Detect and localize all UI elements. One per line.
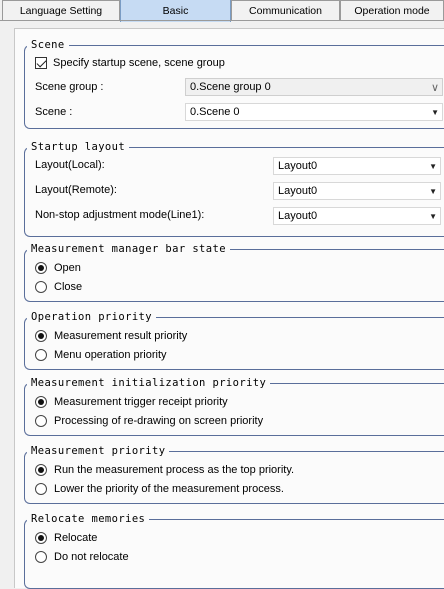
groupbox-title: Measurement initialization priority (27, 376, 271, 390)
radio-measurement-result-priority[interactable]: Measurement result priority (35, 327, 187, 345)
radio-label: Open (54, 262, 81, 274)
radio-relocate[interactable]: Relocate (35, 529, 97, 547)
groupbox-title: Scene (27, 38, 69, 52)
scene-group-label: Scene group : (35, 81, 104, 93)
radio-do-not-relocate[interactable]: Do not relocate (35, 548, 129, 566)
radio-label: Run the measurement process as the top p… (54, 464, 295, 476)
radio-redrawing-priority[interactable]: Processing of re-drawing on screen prior… (35, 412, 263, 430)
chevron-down-icon: ∨ (430, 81, 439, 94)
radio-trigger-receipt-priority[interactable]: Measurement trigger receipt priority (35, 393, 228, 411)
radio-close[interactable]: Close (35, 278, 82, 296)
select-value: 0.Scene 0 (190, 106, 240, 118)
tab-communication[interactable]: Communication (231, 0, 340, 21)
radio-label: Relocate (54, 532, 98, 544)
scene-groupbox: Scene Specify startup scene, scene group… (24, 38, 444, 129)
operation-priority-groupbox: Operation priority Measurement result pr… (24, 310, 444, 370)
radio-label: Measurement result priority (54, 330, 188, 342)
dropdown-arrow-icon: ▼ (429, 211, 437, 221)
dropdown-arrow-icon: ▼ (431, 107, 439, 117)
dropdown-arrow-icon: ▼ (429, 186, 437, 196)
tab-operation-mode[interactable]: Operation mode (340, 0, 444, 21)
select-value: Layout0 (278, 160, 318, 172)
radio-selected-icon (35, 262, 47, 274)
radio-label: Close (54, 281, 83, 293)
radio-lower-priority[interactable]: Lower the priority of the measurement pr… (35, 480, 284, 498)
radio-label: Menu operation priority (54, 349, 167, 361)
tab-label: Basic (162, 5, 189, 17)
select-value: Layout0 (278, 210, 318, 222)
checkbox-checked-icon (35, 57, 47, 69)
select-value: Layout0 (278, 185, 318, 197)
radio-menu-operation-priority[interactable]: Menu operation priority (35, 346, 167, 364)
radio-label: Do not relocate (54, 551, 129, 563)
radio-label: Lower the priority of the measurement pr… (54, 483, 284, 495)
nonstop-layout-select[interactable]: Layout0 ▼ (273, 207, 441, 225)
tab-label: Communication (249, 5, 322, 17)
radio-label: Processing of re-drawing on screen prior… (54, 415, 264, 427)
groupbox-title: Relocate memories (27, 512, 150, 526)
groupbox-title: Measurement priority (27, 444, 170, 458)
radio-unselected-icon (35, 415, 47, 427)
layout-remote-label: Layout(Remote): (35, 184, 117, 196)
init-priority-groupbox: Measurement initialization priority Meas… (24, 376, 444, 436)
layout-local-select[interactable]: Layout0 ▼ (273, 157, 441, 175)
dropdown-arrow-icon: ▼ (429, 161, 437, 171)
nonstop-adjustment-label: Non-stop adjustment mode(Line1): (35, 209, 205, 221)
radio-open[interactable]: Open (35, 259, 81, 277)
measurement-priority-groupbox: Measurement priority Run the measurement… (24, 444, 444, 504)
radio-unselected-icon (35, 483, 47, 495)
groupbox-title: Startup layout (27, 140, 130, 154)
scene-select[interactable]: 0.Scene 0 ▼ (185, 103, 443, 121)
layout-remote-select[interactable]: Layout0 ▼ (273, 182, 441, 200)
checkbox-label: Specify startup scene, scene group (53, 57, 225, 69)
radio-unselected-icon (35, 281, 47, 293)
radio-selected-icon (35, 396, 47, 408)
tab-label: Language Setting (19, 5, 103, 17)
scene-label: Scene : (35, 106, 73, 118)
bar-state-groupbox: Measurement manager bar state Open Close (24, 242, 444, 302)
select-value: 0.Scene group 0 (190, 81, 271, 93)
radio-unselected-icon (35, 349, 47, 361)
relocate-memories-groupbox: Relocate memories Relocate Do not reloca… (24, 512, 444, 589)
layout-local-label: Layout(Local): (35, 159, 105, 171)
radio-selected-icon (35, 532, 47, 544)
radio-unselected-icon (35, 551, 47, 563)
radio-top-priority[interactable]: Run the measurement process as the top p… (35, 461, 294, 479)
radio-label: Measurement trigger receipt priority (54, 396, 228, 408)
groupbox-title: Operation priority (27, 310, 156, 324)
tab-language-setting[interactable]: Language Setting (2, 0, 120, 21)
tab-basic[interactable]: Basic (120, 0, 231, 22)
radio-selected-icon (35, 330, 47, 342)
settings-tab-bar: Language Setting Basic Communication Ope… (0, 0, 444, 22)
tab-label: Operation mode (354, 5, 430, 17)
radio-selected-icon (35, 464, 47, 476)
groupbox-title: Measurement manager bar state (27, 242, 230, 256)
startup-scene-checkbox[interactable]: Specify startup scene, scene group (35, 54, 225, 72)
scene-group-select[interactable]: 0.Scene group 0 ∨ (185, 78, 443, 96)
tab-divider (0, 20, 444, 21)
startup-layout-groupbox: Startup layout Layout(Local): Layout0 ▼ … (24, 140, 444, 237)
